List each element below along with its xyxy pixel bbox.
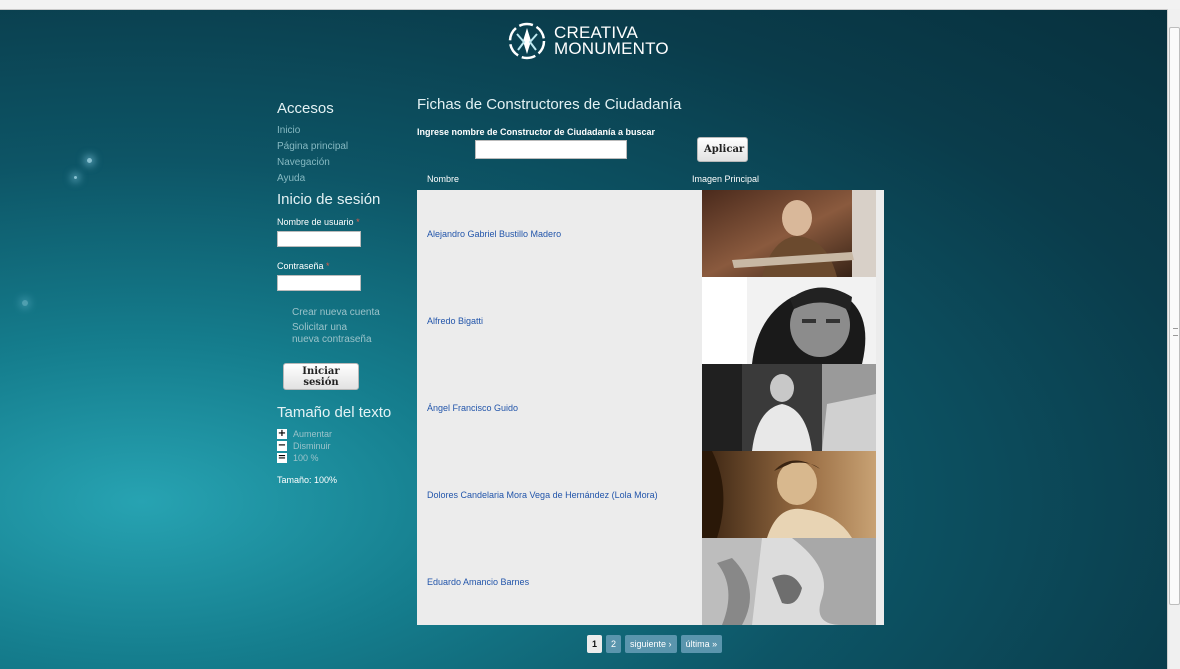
portrait-photo[interactable] [702, 190, 876, 277]
password-field[interactable] [277, 275, 361, 291]
search-label: Ingrese nombre de Constructor de Ciudada… [417, 127, 656, 137]
table-row: Alejandro Gabriel Bustillo Madero [417, 190, 884, 277]
plus-icon: + [277, 428, 287, 439]
create-account-link[interactable]: Crear nueva cuenta [292, 307, 407, 319]
apply-button[interactable]: Aplicar [697, 137, 748, 162]
increase-text-button[interactable]: + Aumentar [277, 428, 407, 440]
page-2-link[interactable]: 2 [606, 635, 622, 653]
main-content: Fichas de Constructores de Ciudadanía In… [417, 96, 887, 625]
background-sparkle [74, 176, 77, 179]
constructor-name-link[interactable]: Eduardo Amancio Barnes [427, 577, 529, 587]
username-label: Nombre de usuario * [277, 217, 407, 227]
table-row: Eduardo Amancio Barnes [417, 538, 884, 625]
browser-top-edge [0, 0, 1180, 10]
password-label-text: Contraseña [277, 261, 324, 271]
equals-icon: = [277, 452, 287, 463]
results-table: Alejandro Gabriel Bustillo Madero Alfred… [417, 190, 884, 625]
constructor-name-link[interactable]: Alfredo Bigatti [427, 316, 483, 326]
logo-line2: MONUMENTO [554, 39, 669, 58]
minus-icon: − [277, 440, 287, 451]
request-password-link[interactable]: Solicitar una nueva contraseña [292, 322, 372, 346]
accesos-heading: Accesos [277, 100, 334, 117]
page-title: Fichas de Constructores de Ciudadanía [417, 96, 682, 113]
column-header-name[interactable]: Nombre [427, 174, 459, 184]
constructor-name-link[interactable]: Ángel Francisco Guido [427, 403, 518, 413]
sidebar: Accesos Inicio Página principal Navegaci… [277, 100, 407, 485]
nav-link-pagina-principal[interactable]: Página principal [277, 139, 407, 155]
account-links: Crear nueva cuenta Solicitar una nueva c… [277, 307, 407, 346]
reset-text-label: 100 % [293, 453, 319, 463]
column-header-image: Imagen Principal [692, 174, 760, 184]
nav-link-navegacion[interactable]: Navegación [277, 155, 407, 171]
login-button[interactable]: Iniciar sesión [283, 363, 359, 390]
last-page-link[interactable]: última » [680, 635, 723, 653]
nav-menu: Inicio Página principal Navegación Ayuda [277, 123, 407, 187]
scrollbar-thumb[interactable] [1169, 27, 1180, 605]
table-row: Alfredo Bigatti [417, 277, 884, 364]
background-sparkle [22, 300, 28, 306]
constructor-name-link[interactable]: Alejandro Gabriel Bustillo Madero [427, 229, 561, 239]
portrait-photo[interactable] [702, 364, 876, 451]
username-label-text: Nombre de usuario [277, 217, 354, 227]
text-size-controls: + Aumentar − Disminuir = 100 % [277, 428, 407, 464]
pagination: 1 2 siguiente › última » [587, 635, 723, 653]
portrait-photo[interactable] [702, 538, 876, 625]
table-row: Ángel Francisco Guido [417, 364, 884, 451]
username-field[interactable] [277, 231, 361, 247]
reset-text-button[interactable]: = 100 % [277, 452, 407, 464]
nav-link-inicio[interactable]: Inicio [277, 123, 407, 139]
text-size-heading: Tamaño del texto [277, 404, 392, 421]
required-mark: * [326, 261, 330, 271]
portrait-photo[interactable] [702, 277, 876, 364]
site-logo[interactable]: CREATIVA MONUMENTO [508, 22, 669, 60]
portrait-photo[interactable] [702, 451, 876, 538]
table-row: Dolores Candelaria Mora Vega de Hernánde… [417, 451, 884, 538]
background-sparkle [87, 158, 92, 163]
monument-logo-icon [508, 22, 546, 60]
decrease-text-label: Disminuir [293, 441, 331, 451]
search-input[interactable] [475, 140, 627, 159]
login-heading: Inicio de sesión [277, 191, 381, 208]
scrollbar-grip-icon [1173, 328, 1178, 336]
page-current[interactable]: 1 [587, 635, 603, 653]
nav-link-ayuda[interactable]: Ayuda [277, 171, 407, 187]
increase-text-label: Aumentar [293, 429, 333, 439]
constructor-name-link[interactable]: Dolores Candelaria Mora Vega de Hernánde… [427, 490, 658, 500]
required-mark: * [356, 217, 360, 227]
current-text-size: Tamaño: 100% [277, 475, 338, 485]
vertical-scrollbar[interactable] [1167, 9, 1180, 669]
decrease-text-button[interactable]: − Disminuir [277, 440, 407, 452]
next-page-link[interactable]: siguiente › [625, 635, 677, 653]
password-label: Contraseña * [277, 261, 407, 271]
